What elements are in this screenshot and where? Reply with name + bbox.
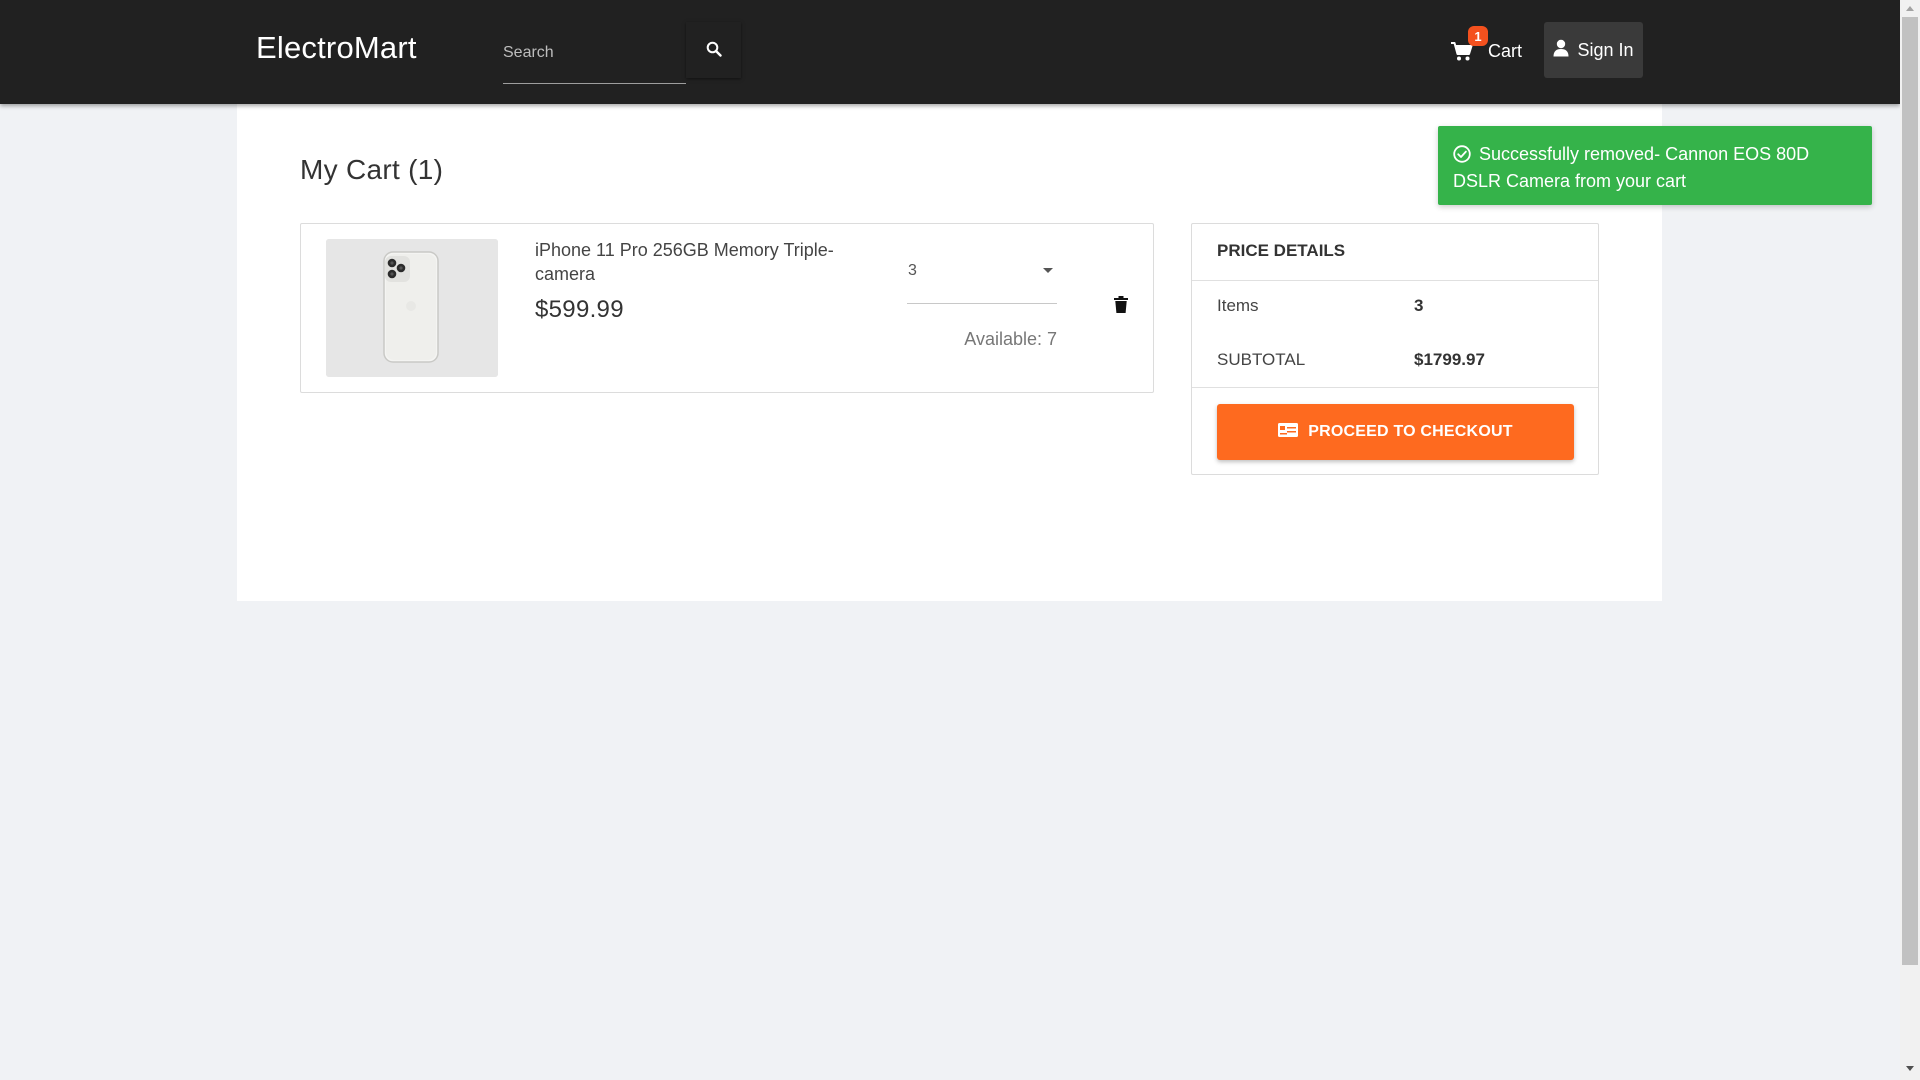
available-stock: Available: 7 — [964, 329, 1057, 349]
dropdown-arrow-icon — [1043, 268, 1053, 273]
search-form — [503, 22, 741, 84]
price-details-card: PRICE DETAILS Items 3 SUBTOTAL $1799.97 … — [1191, 223, 1599, 475]
check-circle-icon — [1453, 145, 1471, 169]
items-label: Items — [1217, 296, 1259, 315]
credit-card-icon — [1278, 422, 1299, 442]
toast-message: Successfully removed- Cannon EOS 80D DSL… — [1453, 144, 1810, 191]
sign-in-label: Sign In — [1577, 39, 1634, 60]
price-details-title: PRICE DETAILS — [1217, 241, 1346, 260]
proceed-to-checkout-button[interactable]: PROCEED TO CHECKOUT — [1217, 404, 1574, 460]
quantity-select[interactable]: 3 — [907, 254, 1057, 304]
scroll-down-arrow-icon[interactable] — [1906, 1066, 1914, 1071]
search-button[interactable] — [686, 22, 741, 78]
sign-in-button[interactable]: Sign In — [1544, 22, 1643, 78]
user-icon — [1553, 39, 1569, 62]
divider — [1192, 387, 1598, 388]
scroll-up-arrow-icon[interactable] — [1906, 6, 1914, 11]
cart-link[interactable]: 1 Cart — [1450, 26, 1523, 74]
trash-icon — [1114, 296, 1128, 318]
subtotal-value: $1799.97 — [1414, 350, 1485, 369]
checkout-label: PROCEED TO CHECKOUT — [1308, 423, 1513, 440]
shopping-cart-icon — [1450, 42, 1474, 67]
top-navbar: ElectroMart 1 Cart — [0, 0, 1900, 104]
success-toast[interactable]: Successfully removed- Cannon EOS 80D DSL… — [1438, 126, 1872, 205]
quantity-value: 3 — [908, 262, 917, 279]
items-value: 3 — [1414, 296, 1424, 315]
product-image[interactable] — [326, 239, 498, 377]
scroll-thumb[interactable] — [1902, 17, 1918, 965]
divider — [1192, 280, 1598, 281]
product-price: $599.99 — [535, 296, 624, 323]
cart-label: Cart — [1488, 40, 1523, 61]
page-title: My Cart (1) — [300, 154, 444, 185]
search-icon — [706, 41, 722, 60]
remove-item-button[interactable] — [1111, 296, 1131, 318]
search-input[interactable] — [503, 22, 686, 84]
subtotal-label: SUBTOTAL — [1217, 350, 1306, 369]
page-scrollbar[interactable] — [1900, 0, 1920, 1080]
product-name[interactable]: iPhone 11 Pro 256GB Memory Triple-camera — [535, 238, 855, 286]
cart-count-badge: 1 — [1468, 26, 1488, 46]
brand-logo[interactable]: ElectroMart — [256, 30, 417, 66]
cart-icon-wrap: 1 — [1450, 26, 1488, 63]
